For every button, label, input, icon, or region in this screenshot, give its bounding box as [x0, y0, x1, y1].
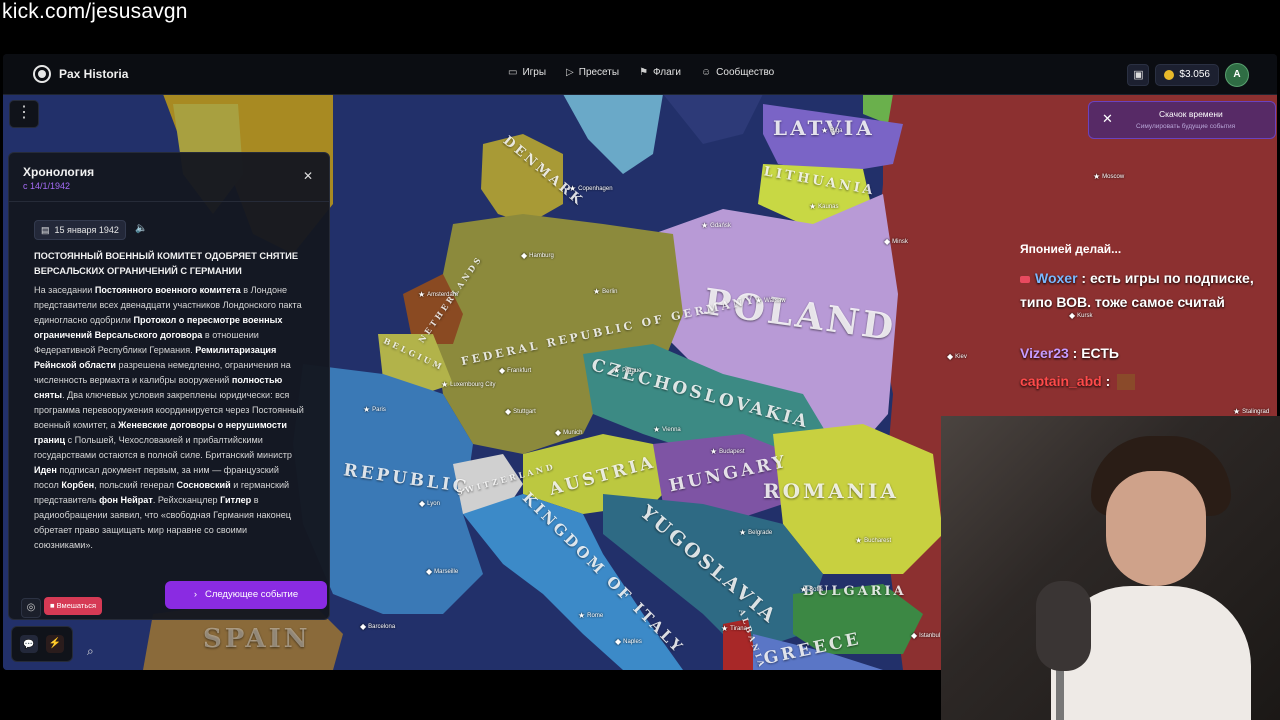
city-marker[interactable]: ◆ Naples [615, 637, 642, 646]
gamepad-icon: ▭ [508, 67, 518, 78]
city-marker[interactable]: ★ Warsaw [755, 296, 786, 305]
city-marker[interactable]: ★ Belgrade [739, 528, 772, 537]
city-marker[interactable]: ★ Copenhagen [569, 184, 613, 193]
body-text: На заседании [34, 285, 95, 295]
event-date-chip: ▤ 15 января 1942 [34, 220, 126, 240]
nav-games[interactable]: ▭ Игры [508, 67, 546, 78]
chat-message: Woxer : есть игры по подписке, типо ВОВ.… [1020, 270, 1254, 310]
body-text: . Рейхсканцлер [152, 495, 221, 505]
city-marker[interactable]: ★ Riga [821, 126, 843, 135]
body-text: с Польшей, Чехословакией и прибалтийским… [34, 435, 292, 460]
label-romania: ROMANIA [763, 479, 899, 503]
body-bold-text: фон Нейрат [99, 495, 153, 505]
stream-chat-overlay: Японией делай... Woxer : есть игры по по… [1016, 242, 1276, 412]
search-icon[interactable]: ⌕ [87, 644, 94, 659]
city-marker[interactable]: ★ Berlin [593, 287, 618, 296]
time-skip-title: Скачок времени [1159, 109, 1223, 119]
play-icon: ▷ [566, 67, 574, 78]
city-marker[interactable]: ★ Amsterdam [418, 290, 458, 299]
chat-message: captain_abd : [1020, 369, 1136, 393]
city-marker[interactable]: ★ Sofia [800, 585, 823, 594]
city-marker[interactable]: ◆ Hamburg [521, 251, 554, 260]
main-nav: ▭ Игры ▷ Пресеты ⚑ Флаги ☺ Сообщество [508, 67, 774, 78]
speaker-icon[interactable]: 🔈 [135, 223, 147, 234]
city-marker[interactable]: ★ Tirana [721, 624, 747, 633]
nav-flags[interactable]: ⚑ Флаги [639, 67, 681, 78]
city-marker[interactable]: ★ Gdańsk [701, 221, 731, 230]
label-spain: SPAIN [203, 624, 311, 654]
topbar-right: ▣ $3.056 A [1127, 63, 1249, 87]
globe-logo-icon[interactable] [33, 65, 51, 83]
city-marker[interactable]: ★ Rome [578, 611, 603, 620]
city-marker[interactable]: ★ Moscow [1093, 172, 1124, 181]
timeline-panel: Хронология с 14/1/1942 ✕ ▤ 15 января 1942… [8, 152, 330, 620]
stream-url: kick.com/jesusavgn [2, 0, 188, 23]
nav-presets[interactable]: ▷ Пресеты [566, 67, 619, 78]
city-marker[interactable]: ◆ Frankfurt [499, 366, 531, 375]
calendar-icon: ▤ [41, 225, 50, 235]
brand-name[interactable]: Pax Historia [59, 67, 128, 81]
city-marker[interactable]: ★ Bucharest [855, 536, 891, 545]
chat-fragment: Японией делай... [1020, 242, 1122, 256]
body-bold-text: Постоянного военного комитета [94, 285, 241, 295]
city-marker[interactable]: ◆ Munich [555, 428, 583, 437]
emote-icon [1117, 374, 1136, 391]
close-icon[interactable]: ✕ [303, 169, 313, 183]
body-bold-text: Иден [34, 465, 57, 475]
balance-button[interactable]: $3.056 [1155, 64, 1219, 86]
city-marker[interactable]: ★ Luxembourg City [441, 380, 496, 389]
body-bold-text: Гитлер [220, 495, 252, 505]
city-marker[interactable]: ◆ Barcelona [360, 622, 395, 631]
next-event-button[interactable]: › Следующее событие [165, 581, 327, 609]
city-marker[interactable]: ★ Budapest [710, 447, 745, 456]
time-skip-panel[interactable]: ✕ Скачок времени Симулировать будущие со… [1088, 101, 1276, 139]
event-body: На заседании Постоянного военного комите… [34, 283, 306, 553]
chat-message: Vizer23 : ЕСТЬ [1020, 345, 1119, 361]
timeline-title: Хронология [23, 165, 95, 179]
top-navbar: Pax Historia ▭ Игры ▷ Пресеты ⚑ Флаги ☺ Сооб… [3, 54, 1277, 95]
user-avatar[interactable]: A [1225, 63, 1249, 87]
webcam-feed [941, 416, 1280, 720]
users-icon: ☺ [700, 67, 712, 78]
bottom-dock: 💬 ⚡ [11, 626, 73, 662]
timeline-subtitle: с 14/1/1942 [23, 181, 71, 191]
city-marker[interactable]: ★ Kaunas [809, 202, 839, 211]
city-marker[interactable]: ◆ Istanbul [911, 631, 940, 640]
city-marker[interactable]: ◆ Minsk [884, 237, 908, 246]
city-marker[interactable]: ◆ Lyon [419, 499, 440, 508]
close-icon[interactable]: ✕ [1102, 111, 1113, 127]
coin-icon [1164, 70, 1175, 80]
interfere-button[interactable]: ■ Вмешаться [44, 597, 103, 615]
lightning-icon[interactable]: ⚡ [46, 635, 64, 653]
city-marker[interactable]: ◆ Stuttgart [505, 407, 536, 416]
city-marker[interactable]: ★ Prague [613, 366, 642, 375]
divider [9, 201, 329, 202]
time-skip-subtitle: Симулировать будущие события [1136, 123, 1236, 130]
menu-dots-button[interactable]: ⋮ [9, 100, 39, 128]
flag-icon: ⚑ [639, 67, 649, 78]
body-bold-text: Сосновский [176, 480, 231, 490]
body-bold-text: Корбен [61, 480, 95, 490]
gift-icon[interactable]: ▣ [1127, 64, 1150, 86]
city-marker[interactable]: ◆ Marseille [426, 567, 458, 576]
city-marker[interactable]: ★ Paris [363, 405, 386, 414]
badge-icon [1020, 275, 1030, 283]
city-marker[interactable]: ★ Vienna [653, 425, 681, 434]
microphone-icon [1036, 581, 1091, 671]
city-marker[interactable]: ◆ Kiev [947, 352, 967, 361]
body-text: , польский генерал [94, 480, 177, 490]
chat-bubble-icon[interactable]: 💬 [20, 635, 38, 653]
nav-community[interactable]: ☺ Сообщество [701, 67, 774, 78]
settings-icon[interactable]: ◎ [21, 598, 41, 618]
event-headline: ПОСТОЯННЫЙ ВОЕННЫЙ КОМИТЕТ ОДОБРЯЕТ СНЯТ… [34, 251, 299, 276]
